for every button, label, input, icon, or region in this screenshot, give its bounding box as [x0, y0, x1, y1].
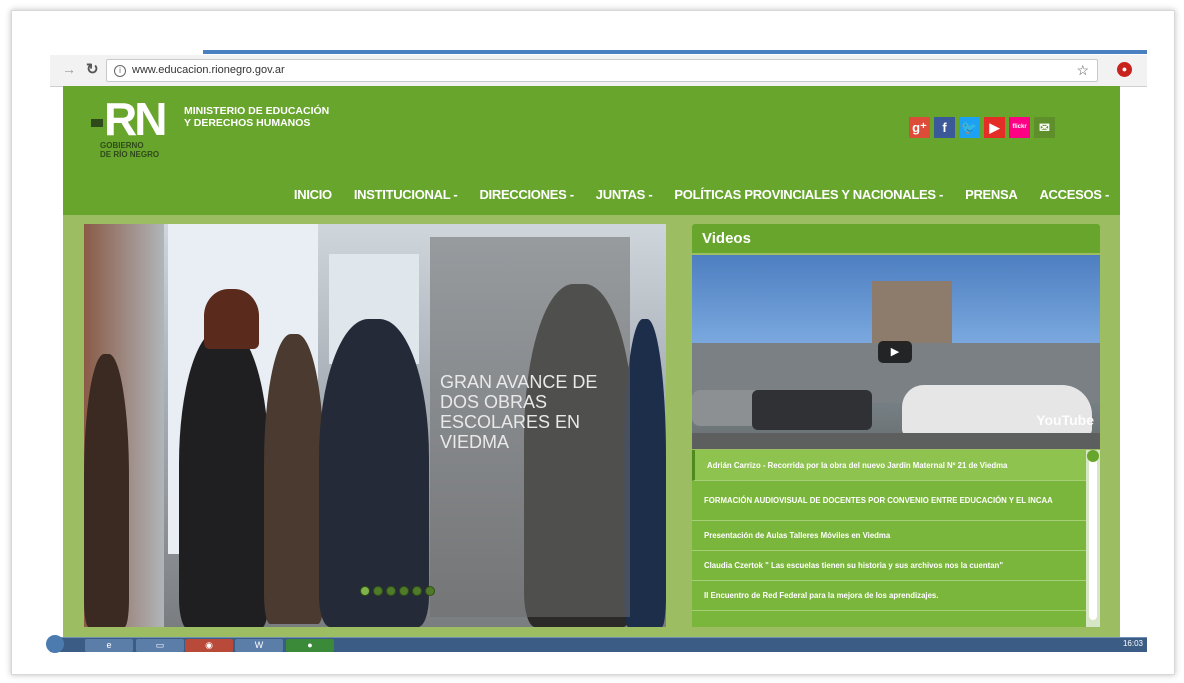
- start-button[interactable]: [46, 635, 64, 653]
- url-text: www.educacion.rionegro.gov.ar: [132, 64, 285, 76]
- taskbar-ie-icon[interactable]: e: [85, 639, 133, 652]
- website: RN MINISTERIO DE EDUCACIÓN Y DERECHOS HU…: [63, 86, 1120, 638]
- bookmark-star-icon[interactable]: ☆: [1076, 60, 1089, 81]
- video-list-scrollbar[interactable]: [1086, 450, 1100, 627]
- nav-item[interactable]: INICIO: [283, 184, 343, 206]
- extension-icon[interactable]: ●: [1117, 62, 1132, 77]
- video-list-item[interactable]: II Encuentro de Red Federal para la mejo…: [692, 581, 1086, 611]
- mail-icon[interactable]: ✉: [1034, 117, 1055, 138]
- ministry-line1: MINISTERIO DE EDUCACIÓN: [184, 105, 330, 117]
- google-plus-icon[interactable]: g⁺: [909, 117, 930, 138]
- logo-bar-icon: [91, 118, 103, 127]
- taskbar-folder-icon[interactable]: ▭: [136, 639, 184, 652]
- photo-person: [204, 289, 259, 349]
- forward-icon[interactable]: →: [62, 61, 76, 77]
- photo-person: [264, 334, 324, 624]
- nav-item[interactable]: INSTITUCIONAL -: [343, 184, 469, 206]
- main-nav: INICIO INSTITUCIONAL - DIRECCIONES - JUNTAS…: [283, 184, 1120, 206]
- ministry-name: MINISTERIO DE EDUCACIÓN Y DERECHOS HUMAN…: [184, 105, 329, 129]
- scrollbar-knob[interactable]: [1087, 450, 1099, 462]
- video-truck: [752, 390, 872, 430]
- news-slider[interactable]: GRAN AVANCE DE DOS OBRAS ESCOLARES EN VI…: [84, 224, 666, 627]
- facebook-icon[interactable]: f: [934, 117, 955, 138]
- slider-dot[interactable]: [386, 586, 396, 596]
- photo-person: [84, 354, 129, 627]
- social-links: g⁺ f 🐦 ▶ flickr ✉: [909, 117, 1055, 138]
- videos-title: Videos: [692, 224, 1100, 253]
- os-taskbar: e ▭ ◉ W ● 16:03: [46, 635, 1147, 653]
- video-ground: [692, 433, 1100, 449]
- slider-dots: [360, 586, 435, 596]
- slide-caption[interactable]: GRAN AVANCE DE DOS OBRAS ESCOLARES EN VI…: [440, 372, 610, 452]
- youtube-icon[interactable]: ▶: [984, 117, 1005, 138]
- info-icon[interactable]: i: [114, 65, 126, 77]
- videos-widget: Videos ▶ YouTube Adrián Carrizo - Recorr…: [692, 224, 1100, 627]
- youtube-logo[interactable]: YouTube: [1036, 412, 1094, 428]
- gob-line1: GOBIERNO: [100, 141, 144, 150]
- flickr-icon[interactable]: flickr: [1009, 117, 1030, 138]
- video-player[interactable]: ▶ YouTube: [692, 255, 1100, 449]
- taskbar-chrome-icon[interactable]: ◉: [185, 639, 233, 652]
- slider-dot[interactable]: [399, 586, 409, 596]
- video-list: Adrián Carrizo - Recorrida por la obra d…: [692, 450, 1086, 627]
- url-field[interactable]: i www.educacion.rionegro.gov.ar ☆: [106, 59, 1098, 82]
- nav-item[interactable]: POLÍTICAS PROVINCIALES Y NACIONALES -: [663, 184, 954, 206]
- reload-icon[interactable]: ↻: [86, 60, 99, 78]
- taskbar-clock: 16:03: [1122, 639, 1143, 648]
- slider-dot[interactable]: [373, 586, 383, 596]
- scrollbar-thumb[interactable]: [1089, 452, 1097, 620]
- photo-person: [179, 329, 269, 627]
- video-car: [902, 385, 1092, 437]
- play-icon[interactable]: ▶: [878, 341, 912, 363]
- photo-person: [624, 319, 666, 627]
- logo-text: RN: [104, 93, 167, 145]
- video-list-item[interactable]: Claudia Czertok " Las escuelas tienen su…: [692, 551, 1086, 581]
- video-list-item[interactable]: FORMACIÓN AUDIOVISUAL DE DOCENTES POR CO…: [692, 481, 1086, 521]
- government-name: GOBIERNO DE RÍO NEGRO: [100, 141, 159, 159]
- taskbar-word-icon[interactable]: W: [235, 639, 283, 652]
- browser-tab-strip: [203, 50, 1147, 54]
- video-list-item[interactable]: Adrián Carrizo - Recorrida por la obra d…: [692, 450, 1086, 481]
- twitter-icon[interactable]: 🐦: [959, 117, 980, 138]
- browser-address-bar: → ↻ i www.educacion.rionegro.gov.ar ☆ ●: [50, 55, 1147, 87]
- nav-item[interactable]: ACCESOS -: [1028, 184, 1120, 206]
- gob-line2: DE RÍO NEGRO: [100, 150, 160, 159]
- ministry-line2: Y DERECHOS HUMANOS: [184, 117, 311, 129]
- slider-dot[interactable]: [360, 586, 370, 596]
- nav-item[interactable]: DIRECCIONES -: [468, 184, 584, 206]
- rn-logo[interactable]: RN: [91, 92, 167, 146]
- slider-dot[interactable]: [425, 586, 435, 596]
- nav-item[interactable]: JUNTAS -: [585, 184, 664, 206]
- site-header: RN MINISTERIO DE EDUCACIÓN Y DERECHOS HU…: [63, 86, 1120, 215]
- taskbar-app-icon[interactable]: ●: [286, 639, 334, 652]
- nav-item[interactable]: PRENSA: [954, 184, 1028, 206]
- slider-dot[interactable]: [412, 586, 422, 596]
- video-list-item[interactable]: Presentación de Aulas Talleres Móviles e…: [692, 521, 1086, 551]
- photo-person: [319, 319, 429, 627]
